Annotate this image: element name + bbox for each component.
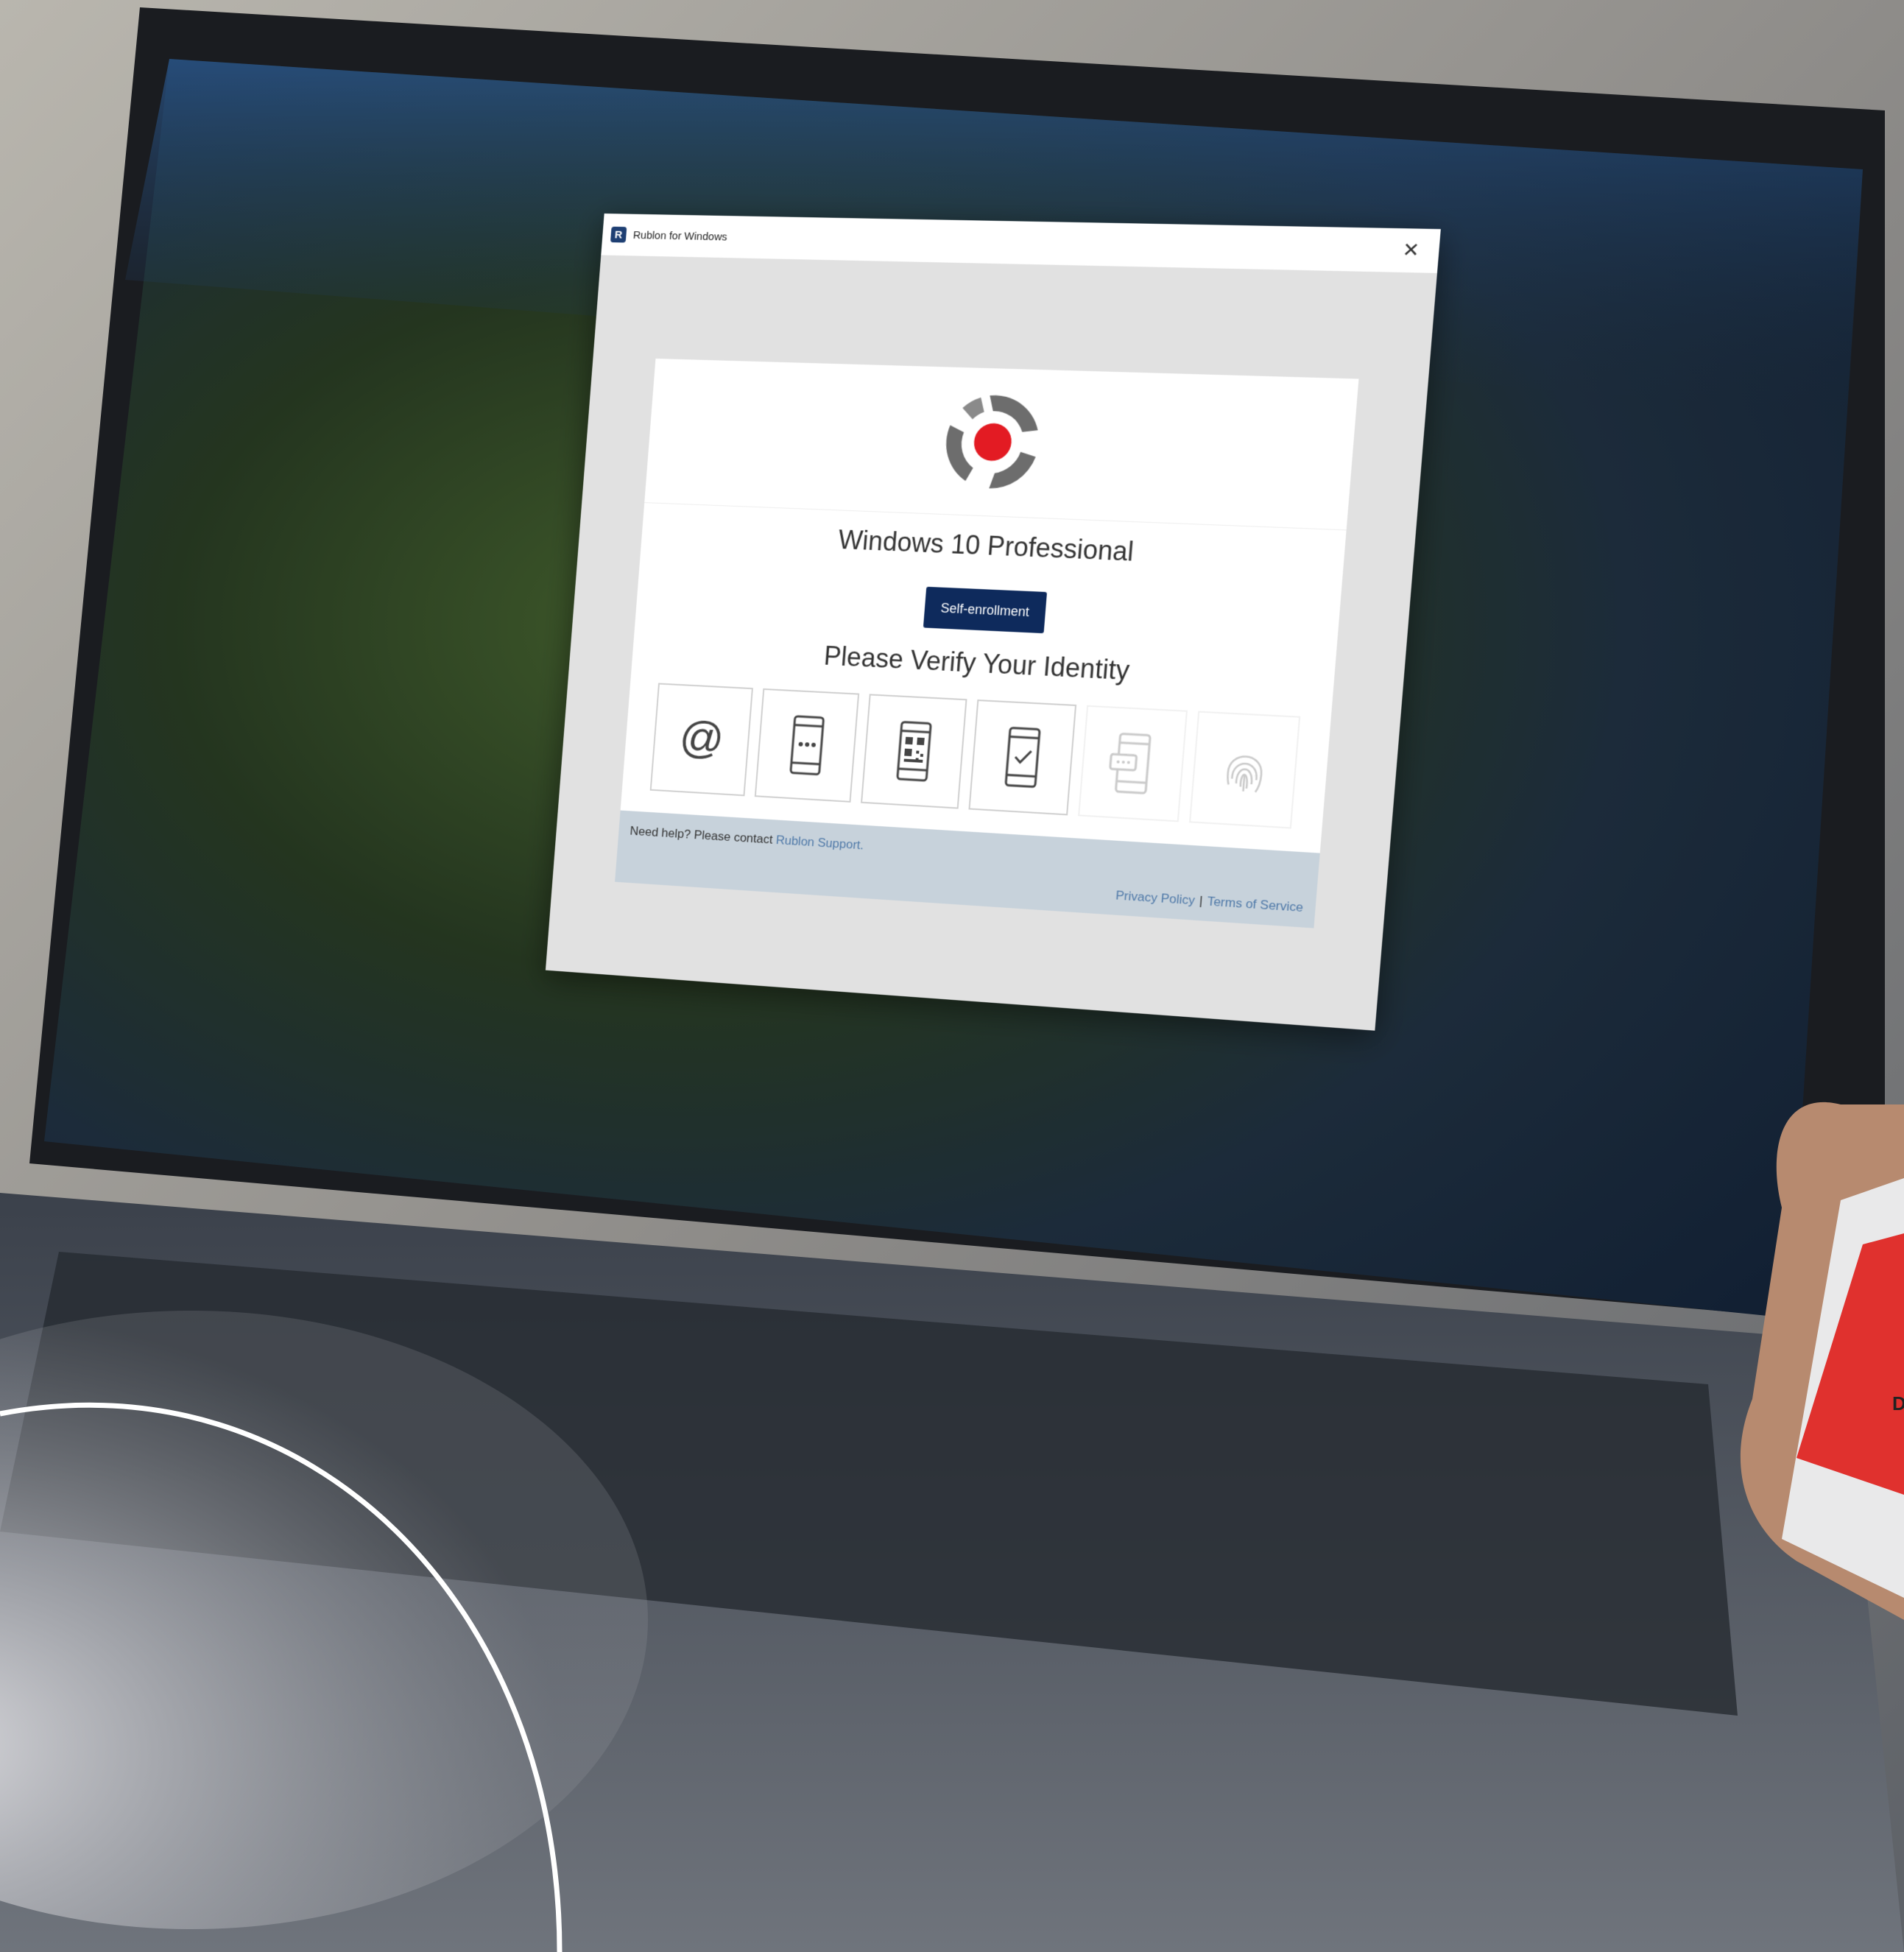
rublon-dialog: R Rublon for Windows ✕ Windows 10 Profes… [545, 213, 1441, 1031]
close-button[interactable]: ✕ [1396, 236, 1426, 264]
auth-methods: @ [649, 683, 1301, 829]
footer: Need help? Please contact Rublon Support… [615, 810, 1320, 929]
method-qr-code[interactable] [861, 694, 967, 809]
logo-area [644, 358, 1359, 531]
email-glyph: @ [677, 711, 725, 763]
method-sms-code[interactable] [754, 688, 860, 803]
email-icon: @ [677, 711, 725, 763]
method-mobile-push[interactable] [968, 699, 1077, 816]
help-text: Need help? Please contact Rublon Support… [630, 824, 864, 853]
close-icon: ✕ [1401, 238, 1421, 261]
rublon-support-link[interactable]: Rublon Support. [775, 833, 864, 852]
sms-code-icon [776, 711, 838, 780]
phone-screen-letter: D [1892, 1392, 1904, 1414]
method-phone-call[interactable] [1078, 705, 1188, 822]
terms-of-service-link[interactable]: Terms of Service [1207, 894, 1304, 915]
method-fingerprint[interactable] [1189, 711, 1301, 829]
auth-card: Windows 10 Professional Self-enrollment … [615, 358, 1359, 929]
mobile-push-icon [990, 722, 1054, 792]
window-title: Rublon for Windows [632, 228, 728, 243]
rublon-logo [943, 395, 1041, 490]
method-email[interactable]: @ [649, 683, 753, 797]
legal-links: Privacy Policy | Terms of Service [1115, 888, 1304, 915]
link-separator: | [1199, 893, 1204, 909]
phone-call-icon [1100, 728, 1165, 798]
help-prefix: Need help? Please contact [629, 823, 777, 847]
self-enrollment-button[interactable]: Self-enrollment [923, 586, 1048, 634]
rublon-app-icon: R [610, 226, 627, 243]
qr-code-icon [882, 716, 945, 786]
fingerprint-icon [1212, 734, 1278, 805]
privacy-policy-link[interactable]: Privacy Policy [1115, 888, 1196, 907]
